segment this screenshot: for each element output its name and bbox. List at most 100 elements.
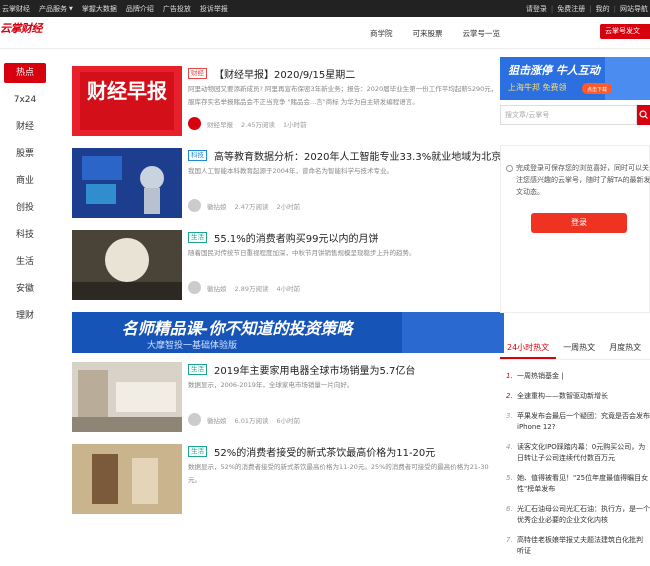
banner-title: 名师精品课-你不知道的投资策略 (122, 319, 355, 338)
article-title[interactable]: 2019年主要家用电器全球市场销量为5.7亿台 (214, 362, 415, 377)
article-title[interactable]: 高等教育数据分析：2020年人工智能专业33.3%就业地域为北京 (214, 148, 501, 163)
article-meta: 徽拈娘 2.47万阅读 2小时前 (188, 199, 308, 212)
sidebar-item-stocks[interactable]: 股票 (4, 144, 46, 171)
hot-title[interactable]: 高特佳老板娘举报丈夫题法建筑白化批判 听证 (517, 535, 650, 557)
article-meta: 徽拈娘 6.01万阅读 6小时前 (188, 413, 308, 426)
list-item[interactable]: 3. 苹果发布会最后一个疑团：究竟是否会发布iPhone 12? (500, 411, 650, 433)
avatar[interactable] (188, 281, 201, 294)
sidebar-item-wealth[interactable]: 理财 (4, 306, 46, 333)
article-author[interactable]: 徽拈娘 (207, 201, 227, 211)
topbar-link-brand-intro[interactable]: 品牌介绍 (126, 4, 154, 14)
ad-download-button: 点击下载 (587, 86, 607, 93)
hot-title[interactable]: 读客文化IPO踩踏内幕：0元购买公司，为日转让子公司连续代付数百万元 (517, 442, 650, 464)
search-button[interactable] (637, 105, 650, 125)
article-item[interactable]: 生活 55.1%的消费者购买99元以内的月饼 随着国民对传统节日重视程度加深，中… (72, 230, 502, 300)
topbar-link-complaint[interactable]: 投诉举报 (200, 4, 228, 14)
article-time: 2小时前 (276, 202, 301, 211)
avatar[interactable] (188, 413, 201, 426)
article-summary: 随着国民对传统节日重视程度加深，中秋节月饼销售规模呈现稳步上升的趋势。 (188, 249, 416, 257)
article-thumbnail[interactable] (72, 230, 182, 300)
hot-tabs: 24小时热文 一周热文 月度热文 (500, 338, 650, 360)
sidebar-item-finance[interactable]: 财经 (4, 117, 46, 144)
article-tag: 生活 (188, 232, 207, 243)
avatar[interactable] (188, 199, 201, 212)
list-item[interactable]: 2. 全速重构——数智驱动新增长 (500, 391, 650, 402)
logo[interactable]: 云掌财经 (0, 20, 52, 36)
nav-link-stocks[interactable]: 可来股票 (413, 28, 443, 39)
article-item[interactable]: 财经早报 财经 【财经早报】2020/9/15星期二 阿里动物园又要添新成员? … (72, 66, 502, 136)
topbar-link-ads[interactable]: 广告投放 (163, 4, 191, 14)
divider: | (613, 4, 616, 13)
register-link[interactable]: 免费注册 (557, 4, 585, 14)
article-views: 6.01万阅读 (234, 416, 269, 425)
list-item[interactable]: 6. 光汇石油母公司光汇石油：执行方，是一个优秀企业必要的企业文化内核 (500, 504, 650, 526)
article-tag: 财经 (188, 68, 207, 79)
article-title[interactable]: 55.1%的消费者购买99元以内的月饼 (214, 230, 379, 245)
side-ad[interactable]: 狙击涨停 牛人互动 上海牛邦 免费领 点击下载 (500, 57, 650, 100)
sidebar-item-tech[interactable]: 科技 (4, 225, 46, 252)
article-tag: 生活 (188, 364, 207, 375)
sidebar-item-life[interactable]: 生活 (4, 252, 46, 279)
search-icon (639, 110, 648, 119)
article-author[interactable]: 徽拈娘 (207, 283, 227, 293)
article-time: 1小时前 (282, 120, 307, 129)
login-link[interactable]: 请登录 (526, 4, 547, 14)
article-tag: 生活 (188, 446, 207, 457)
list-item[interactable]: 5. 她、值得被看见！"25位年度最值得瞩目女性"榜单发布 (500, 473, 650, 495)
article-title[interactable]: 【财经早报】2020/9/15星期二 (214, 66, 355, 81)
article-author[interactable]: 徽拈娘 (207, 415, 227, 425)
article-item[interactable]: 科技 高等教育数据分析：2020年人工智能专业33.3%就业地域为北京 我国人工… (72, 148, 502, 218)
nav-link-accounts[interactable]: 云掌号一览 (463, 28, 501, 39)
divider: | (550, 4, 554, 13)
tab-24h[interactable]: 24小时热文 (500, 338, 557, 359)
sidebar-item-business[interactable]: 商业 (4, 171, 46, 198)
sidebar-item-venture[interactable]: 创投 (4, 198, 46, 225)
article-thumbnail[interactable] (72, 362, 182, 432)
sidebar-item-7x24[interactable]: 7x24 (4, 90, 46, 117)
publish-button[interactable]: 云掌号发文 (600, 24, 650, 39)
list-item[interactable]: 7. 高特佳老板娘举报丈夫题法建筑白化批判 听证 (500, 535, 650, 557)
article-item[interactable]: 生活 2019年主要家用电器全球市场销量为5.7亿台 数据显示，2006-201… (72, 362, 502, 432)
article-author[interactable]: 财经早报 (207, 119, 233, 129)
tab-month[interactable]: 月度热文 (602, 338, 648, 359)
article-summary: 我国人工智能本科教育起源于2004年，曾命名为智能科学与技术专业。 (188, 167, 394, 175)
nav-link-academy[interactable]: 商学院 (370, 28, 393, 39)
article-thumbnail[interactable] (72, 148, 182, 218)
list-item[interactable]: 4. 读客文化IPO踩踏内幕：0元购买公司，为日转让子公司连续代付数百万元 (500, 442, 650, 464)
article-views: 2.89万阅读 (234, 284, 269, 293)
header (0, 17, 650, 49)
tab-week[interactable]: 一周热文 (556, 338, 602, 359)
hot-title[interactable]: 光汇石油母公司光汇石油：执行方，是一个优秀企业必要的企业文化内核 (517, 504, 650, 526)
article-title[interactable]: 52%的消费者接受的新式茶饮最高价格为11-20元 (214, 444, 435, 459)
avatar[interactable] (188, 117, 201, 130)
article-thumbnail[interactable] (72, 444, 182, 514)
topbar-link-bigdata[interactable]: 掌握大数据 (82, 4, 117, 14)
header-nav: 商学院 可来股票 云掌号一览 (370, 28, 500, 39)
article-item[interactable]: 生活 52%的消费者接受的新式茶饮最高价格为11-20元 数据显示，52%的消费… (72, 444, 502, 514)
list-item[interactable]: 1. 一周热销基金 | (500, 371, 650, 382)
article-summary: 数据显示，2006-2019年，全球家电市场销量一片向好。 (188, 381, 354, 389)
mine-link[interactable]: 我的 (596, 4, 610, 14)
topbar-link-brand[interactable]: 云掌财经 (2, 4, 30, 14)
sitemap-link[interactable]: 网站导航 (620, 4, 648, 14)
hot-list: 1. 一周热销基金 | 2. 全速重构——数智驱动新增长 3. 苹果发布会最后一个疑团… (500, 371, 650, 566)
hot-title[interactable]: 一周热销基金 | (517, 371, 650, 382)
banner-ad[interactable]: 名师精品课-你不知道的投资策略 大摩智投一基础体验版 (72, 312, 504, 353)
divider: | (589, 4, 592, 13)
topbar-link-products[interactable]: 产品服务 (39, 4, 67, 14)
sidebar-item-anhui[interactable]: 安徽 (4, 279, 46, 306)
hot-title[interactable]: 苹果发布会最后一个疑团：究竟是否会发布iPhone 12? (517, 411, 650, 433)
article-summary: 数据显示，52%的消费者接受的新式茶饮最高价格为11-20元。25%的消费者可接… (188, 463, 489, 484)
article-meta: 徽拈娘 2.89万阅读 4小时前 (188, 281, 308, 294)
article-tag: 科技 (188, 150, 207, 161)
sidebar-item-hot[interactable]: 热点 (4, 63, 46, 83)
chevron-down-icon: ▼ (69, 5, 73, 12)
hot-title[interactable]: 全速重构——数智驱动新增长 (517, 391, 650, 402)
article-meta: 财经早报 2.45万阅读 1小时前 (188, 117, 315, 130)
hot-title[interactable]: 她、值得被看见！"25位年度最值得瞩目女性"榜单发布 (517, 473, 650, 495)
article-time: 6小时前 (276, 416, 301, 425)
article-thumbnail[interactable]: 财经早报 (72, 66, 182, 136)
ad-subtitle: 上海牛邦 免费领 (508, 82, 567, 92)
login-button[interactable]: 登录 (531, 213, 627, 233)
search-input[interactable]: 搜文章/云掌号 (500, 105, 637, 125)
